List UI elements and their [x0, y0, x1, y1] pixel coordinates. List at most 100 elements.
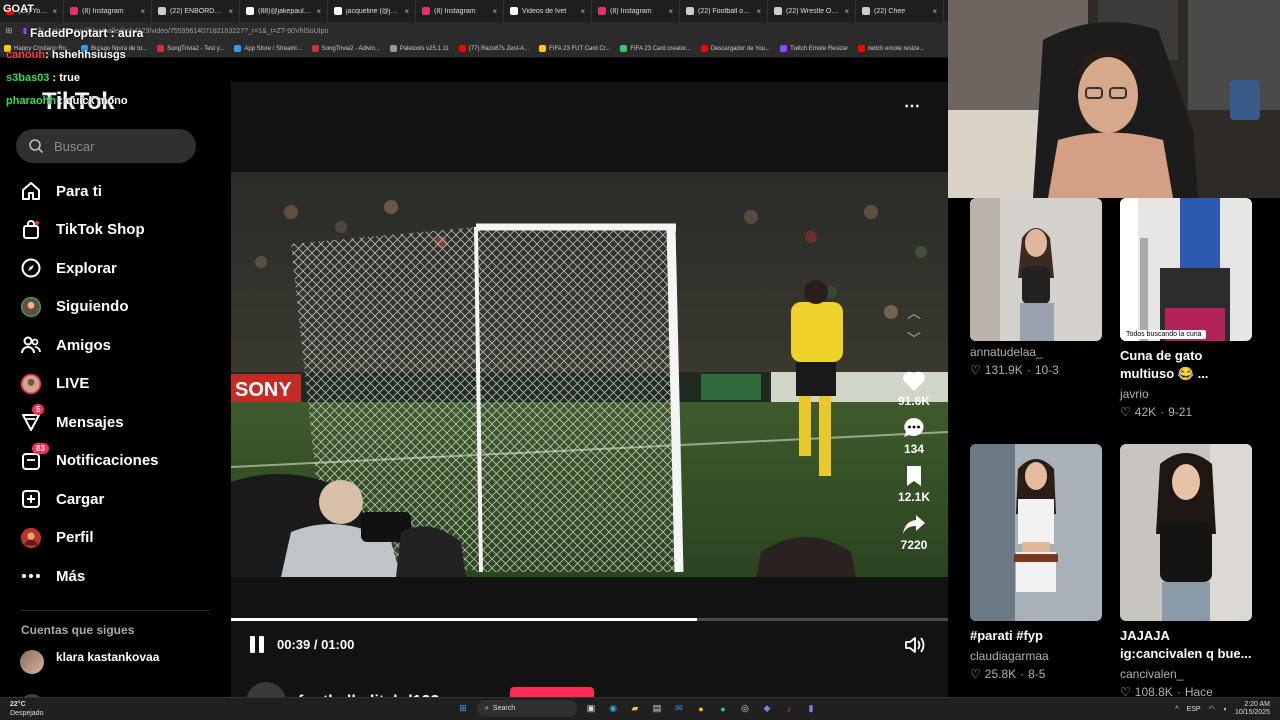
browser-tab[interactable]: jacqueline (@jacq × — [328, 0, 416, 22]
windows-start-icon[interactable]: ⊞ — [455, 701, 471, 717]
language-indicator[interactable]: ESP — [1187, 706, 1201, 713]
volume-icon[interactable] — [904, 636, 926, 659]
twitch-icon[interactable]: ▮ — [20, 26, 30, 36]
sidebar-item-notificaciones[interactable]: 83 Notificaciones — [16, 442, 216, 481]
browser-tab[interactable]: (88)@jakepaul #cho× — [240, 0, 328, 22]
browser-tab[interactable]: (8) Instagram × — [416, 0, 504, 22]
close-icon[interactable]: × — [52, 7, 57, 16]
save-button[interactable]: 12.1K — [898, 464, 930, 504]
suggestion-card[interactable]: JAJAJA ig:cancivalen q bue... cancivalen… — [1120, 444, 1252, 699]
pause-button[interactable] — [250, 636, 268, 654]
bookmark-item[interactable]: twitch emote resize... — [858, 45, 925, 52]
bookmark-item[interactable]: FIFA 23 Card creator... — [620, 45, 691, 52]
bookmark-item[interactable]: SongTrivia2 - Adivin... — [311, 45, 380, 52]
suggestion-title[interactable]: #parati #fyp — [970, 627, 1102, 645]
apps-icon[interactable]: ⊞ — [4, 26, 14, 36]
sidebar-item-live[interactable]: LIVE — [16, 365, 216, 404]
suggestion-user[interactable]: claudiagarmaa — [970, 649, 1102, 663]
weather-widget[interactable]: 22°C Despejado — [10, 700, 43, 718]
bookmark-label: SongTrivia2 - Test y... — [167, 45, 225, 52]
following-account[interactable]: klara kastankovaa — [20, 650, 176, 674]
browser-tab[interactable]: (22) Football on Th × — [680, 0, 768, 22]
close-icon[interactable]: × — [844, 7, 849, 16]
teams-icon[interactable]: ▮ — [803, 701, 819, 717]
close-icon[interactable]: × — [668, 7, 673, 16]
bookmark-item[interactable]: FIFA 23 FUT Card Cr... — [539, 45, 610, 52]
file-explorer-icon[interactable]: ▰ — [627, 701, 643, 717]
close-icon[interactable]: × — [932, 7, 937, 16]
close-icon[interactable]: × — [228, 7, 233, 16]
browser-tab-bar: (18) YouTube×(8) Instagram×(22) ENBORDAL… — [0, 0, 948, 22]
sidebar-item-tiktok-shop[interactable]: TikTok Shop — [16, 211, 216, 250]
browser-tab[interactable]: (22) Wrestle Ops on × — [768, 0, 856, 22]
suggestion-thumbnail[interactable] — [970, 444, 1102, 621]
music-icon[interactable]: ♪ — [781, 701, 797, 717]
bookmark-item[interactable]: SongTrivia2 - Test y... — [157, 45, 224, 52]
browser-tab[interactable]: (8) Instagram × — [64, 0, 152, 22]
suggestion-title[interactable]: Cuna de gato multiuso 😂 ... — [1120, 347, 1252, 383]
progress-bar[interactable] — [231, 618, 948, 621]
edge-icon[interactable]: ◉ — [605, 701, 621, 717]
suggestion-card[interactable]: annatudelaa_ ♡ 131.9K · 10-3 — [970, 198, 1102, 377]
close-icon[interactable]: × — [140, 7, 145, 16]
browser-tab[interactable]: (22) ENBORDALAC × — [152, 0, 240, 22]
share-button[interactable]: 7220 — [901, 512, 927, 552]
browser-tab[interactable]: Videos de Ivet × — [504, 0, 592, 22]
tab-label: (22) ENBORDALAC — [170, 7, 224, 15]
bookmark-label: Paletools v25.1.11 — [399, 45, 449, 52]
sidebar-item-siguiendo[interactable]: Siguiendo — [16, 288, 216, 327]
task-view-icon[interactable]: ▣ — [583, 701, 599, 717]
sidebar-item-amigos[interactable]: Amigos — [16, 326, 216, 365]
chevron-down-icon[interactable]: ﹀ — [907, 326, 921, 352]
spotify-icon[interactable]: ● — [715, 701, 731, 717]
browser-tab[interactable]: (8) Instagram × — [592, 0, 680, 22]
suggestion-user[interactable]: annatudelaa_ — [970, 345, 1102, 359]
sidebar-item-para-ti[interactable]: Para ti — [16, 172, 216, 211]
obs-icon[interactable]: ◎ — [737, 701, 753, 717]
tab-label: (88)@jakepaul #cho — [258, 7, 313, 15]
bookmark-item[interactable]: Descargador de You... — [700, 45, 770, 52]
svg-text:SONY: SONY — [235, 379, 292, 401]
video-player[interactable]: SONY — [231, 172, 948, 577]
sidebar-item-perfil[interactable]: Perfil — [16, 519, 216, 558]
bookmark-item[interactable]: Twitch Emote Resizer — [780, 45, 848, 52]
discord-icon[interactable]: ◆ — [759, 701, 775, 717]
bookmarks-bar: Happy Cristiano Ro... Burago figura de to… — [0, 40, 948, 58]
close-icon[interactable]: × — [756, 7, 761, 16]
suggestion-thumbnail[interactable] — [1120, 444, 1252, 621]
suggestion-card[interactable]: Todos buscando la cuna Cuna de gato mult… — [1120, 198, 1252, 419]
like-button[interactable]: 91.6K — [898, 370, 930, 408]
chrome-icon[interactable]: ● — [693, 701, 709, 717]
taskbar-search[interactable]: ⌕ Search — [477, 700, 577, 717]
speaker-icon[interactable]: ◖ — [1223, 706, 1227, 713]
bookmark-item[interactable]: App Store / Streami... — [234, 45, 302, 52]
chevron-up-icon[interactable]: ︿ — [907, 300, 921, 326]
suggestion-thumbnail[interactable] — [970, 198, 1102, 341]
search-input[interactable] — [54, 138, 184, 154]
close-icon[interactable]: × — [580, 7, 585, 16]
suggestion-user[interactable]: cancivalen_ — [1120, 667, 1252, 681]
close-icon[interactable]: × — [492, 7, 497, 16]
comment-button[interactable]: 134 — [902, 416, 926, 456]
sidebar-item-cargar[interactable]: Cargar — [16, 480, 216, 519]
suggestion-card[interactable]: #parati #fyp claudiagarmaa ♡ 25.8K · 8-5 — [970, 444, 1102, 681]
wifi-icon[interactable]: ◠ — [1209, 705, 1215, 713]
tray-chevron-icon[interactable]: ^ — [1175, 706, 1178, 713]
mail-icon[interactable]: ✉ — [671, 701, 687, 717]
bookmark-item[interactable]: Paletools v25.1.11 — [389, 45, 449, 52]
close-icon[interactable]: × — [404, 7, 409, 16]
clock[interactable]: 2:20 AM 10/15/2025 — [1235, 701, 1270, 717]
sidebar-item-mas[interactable]: Más — [16, 557, 216, 596]
sidebar-item-mensajes[interactable]: 5 Mensajes — [16, 403, 216, 442]
store-icon[interactable]: ▤ — [649, 701, 665, 717]
more-options-icon[interactable]: ⋯ — [904, 96, 921, 116]
close-icon[interactable]: × — [316, 7, 321, 16]
browser-tab[interactable]: (22) Chee × — [856, 0, 944, 22]
suggestion-thumbnail[interactable]: Todos buscando la cuna — [1120, 198, 1252, 341]
suggestion-user[interactable]: javrio — [1120, 387, 1252, 401]
search-box[interactable] — [16, 129, 196, 163]
suggestion-title[interactable]: JAJAJA ig:cancivalen q bue... — [1120, 627, 1252, 663]
sidebar-item-explorar[interactable]: Explorar — [16, 249, 216, 288]
tab-label: (22) Wrestle Ops on — [786, 7, 840, 15]
bookmark-item[interactable]: (77) Razo87s Zest-A... — [458, 45, 529, 52]
